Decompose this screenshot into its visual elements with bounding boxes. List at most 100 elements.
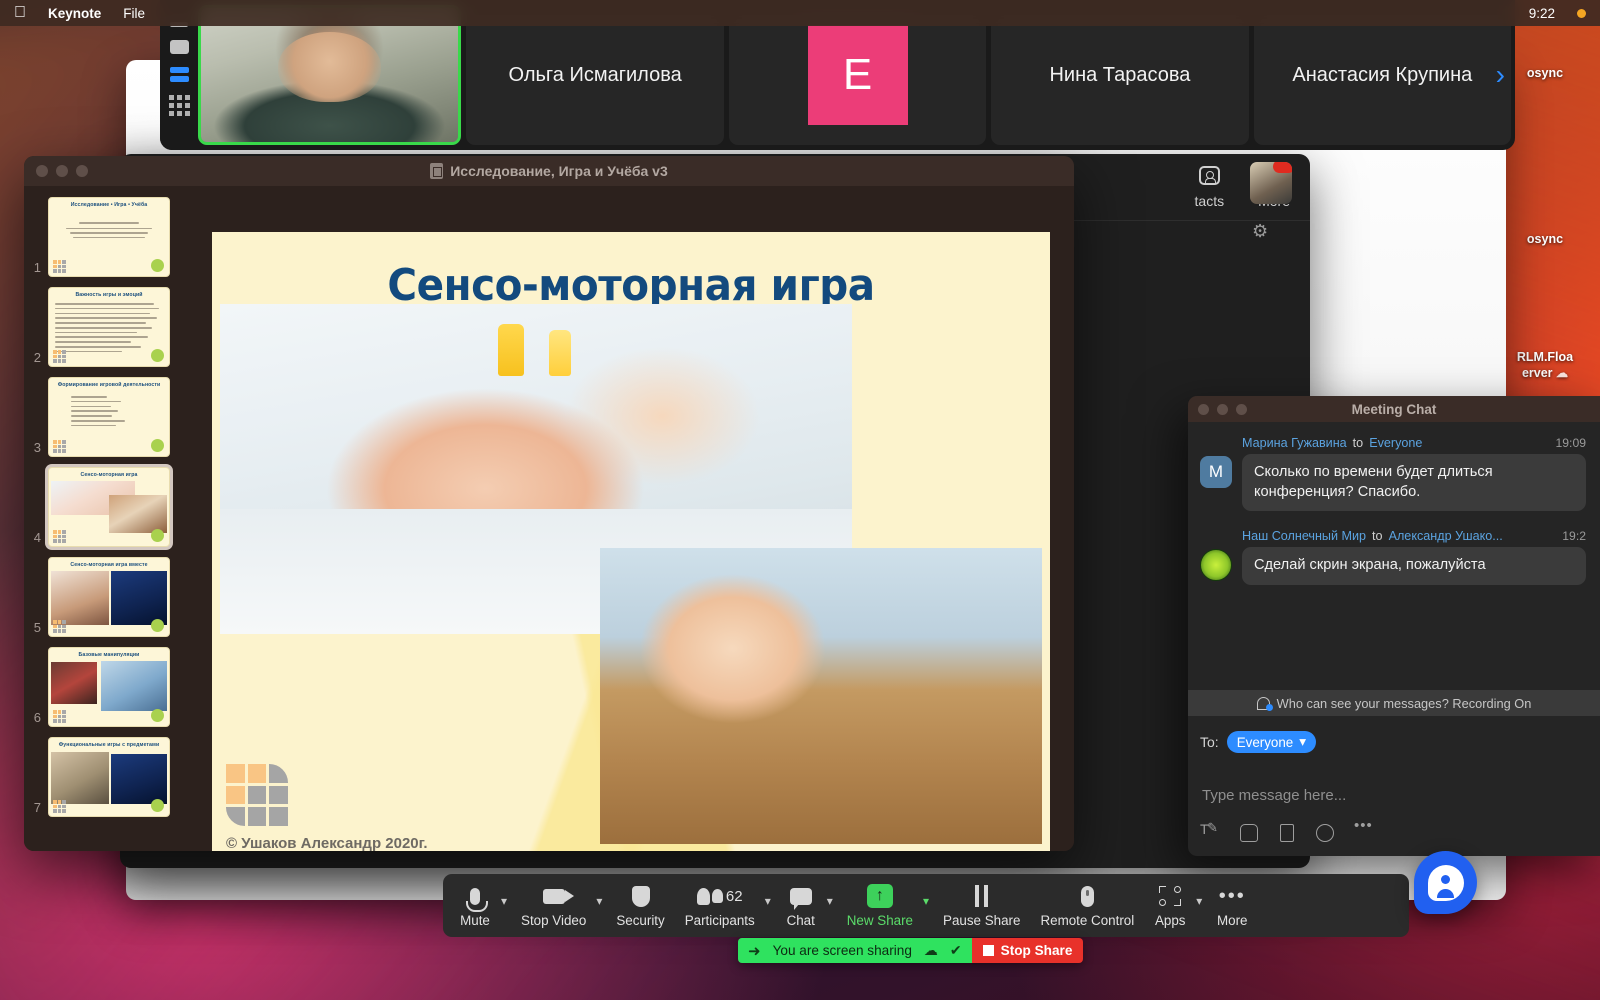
emoji-icon[interactable] xyxy=(1316,824,1334,842)
participants-options-caret[interactable]: ▾ xyxy=(765,874,775,937)
chat-message: Наш Солнечный Мир to Александр Ушако... … xyxy=(1200,529,1586,586)
file-icon[interactable] xyxy=(1280,824,1294,842)
chat-to-word: to xyxy=(1352,436,1364,450)
participants-button[interactable]: 62 Participants xyxy=(675,883,765,928)
slide-thumbnail-4[interactable]: 4 Сенсо-моторная игра xyxy=(24,462,188,552)
keynote-window[interactable]: Исследование, Игра и Учёба v3 1 Исследов… xyxy=(24,156,1074,851)
slide-thumbnail-1[interactable]: 1 Исследование • Игра • Учёба xyxy=(24,192,188,282)
cloud-icon: ☁ xyxy=(1556,365,1569,380)
self-preview-thumbnail[interactable] xyxy=(1250,162,1292,204)
more-icon[interactable] xyxy=(1354,817,1374,842)
sharing-status: ➜ You are screen sharing ☁ ✔ xyxy=(738,938,972,963)
slide-thumb-image: Сенсо-моторная игра вместе xyxy=(48,557,170,637)
slide-number: 1 xyxy=(33,260,41,275)
keynote-titlebar[interactable]: Исследование, Игра и Учёба v3 xyxy=(24,156,1074,186)
slide-thumb-logo xyxy=(53,710,66,723)
apps-options-caret[interactable]: ▾ xyxy=(1196,874,1206,937)
audio-options-caret[interactable]: ▾ xyxy=(501,874,511,937)
chat-timestamp: 19:09 xyxy=(1555,436,1587,450)
menu-file[interactable]: File xyxy=(123,6,145,21)
share-options-caret[interactable]: ▾ xyxy=(923,874,933,937)
slide-navigator[interactable]: 1 Исследование • Игра • Учёба 2 Важность… xyxy=(24,186,188,851)
chevron-right-icon[interactable]: › xyxy=(1490,59,1511,91)
chat-toolbar[interactable] xyxy=(1200,817,1374,842)
chat-input[interactable]: Type message here... xyxy=(1202,787,1586,804)
person-body-icon xyxy=(1437,889,1454,898)
current-slide[interactable]: Сенсо-моторная игра © Ушаков Александр 2… xyxy=(212,232,1050,851)
meeting-chat-window[interactable]: Meeting Chat M Марина Гужавина to Everyo… xyxy=(1188,396,1600,856)
video-options-caret[interactable]: ▾ xyxy=(596,874,606,937)
screen-sharing-banner[interactable]: ➜ You are screen sharing ☁ ✔ Stop Share xyxy=(738,938,1084,963)
slide-canvas[interactable]: Сенсо-моторная игра © Ушаков Александр 2… xyxy=(188,186,1074,851)
more-button[interactable]: ••• More xyxy=(1206,883,1258,928)
gallery-layout-button[interactable] xyxy=(168,95,190,116)
chat-message-text: Сколько по времени будет длиться конфере… xyxy=(1242,454,1586,512)
desktop-icon-label: osync xyxy=(1526,232,1564,246)
stop-video-button[interactable]: Stop Video xyxy=(511,883,596,928)
avatar xyxy=(1200,549,1232,582)
menubar-clock[interactable]: 9:22 xyxy=(1529,6,1555,21)
slide-thumbnail-5[interactable]: 5 Сенсо-моторная игра вместе xyxy=(24,552,188,642)
slide-thumb-text xyxy=(71,396,161,429)
camera-icon xyxy=(542,883,574,909)
participant-tile-e[interactable]: E xyxy=(728,5,987,145)
thumb-photo xyxy=(101,661,167,711)
chat-recipient-dropdown[interactable]: Everyone ▾ xyxy=(1226,731,1316,753)
security-button[interactable]: Security xyxy=(606,883,674,928)
new-share-button[interactable]: ↑ New Share xyxy=(837,883,923,928)
stop-square-icon xyxy=(982,945,994,956)
slide-thumb-title: Функциональные игры с предметами xyxy=(58,742,160,748)
desktop-icon-osync-2[interactable]: osync xyxy=(1490,232,1600,248)
slide-thumb-logo xyxy=(53,620,66,633)
participant-tile-anastasia[interactable]: Анастасия Крупина xyxy=(1253,5,1512,145)
slide-number: 3 xyxy=(33,440,41,455)
chat-options-caret[interactable]: ▾ xyxy=(827,874,837,937)
slide-thumbnail-7[interactable]: 7 Функциональные игры с предметами xyxy=(24,732,188,822)
participant-tile-self[interactable] xyxy=(198,5,462,145)
slide-thumbnail-2[interactable]: 2 Важность игры и эмоций xyxy=(24,282,188,372)
gear-icon[interactable]: ⚙ xyxy=(1252,222,1270,240)
slide-photo-baby-crawling xyxy=(600,548,1042,844)
menubar-app-name[interactable]: Keynote xyxy=(48,6,101,21)
chat-titlebar[interactable]: Meeting Chat xyxy=(1188,396,1600,422)
chat-button[interactable]: Chat xyxy=(775,883,827,928)
slide-thumb-text xyxy=(55,303,163,356)
apple-icon[interactable]:  xyxy=(14,5,26,21)
desktop-icon-label: osync xyxy=(1526,66,1564,80)
chat-message-text: Сделай скрин экрана, пожалуйста xyxy=(1242,547,1586,586)
remote-control-button[interactable]: Remote Control xyxy=(1030,883,1144,928)
pause-share-button[interactable]: Pause Share xyxy=(933,883,1030,928)
slide-thumbnail-6[interactable]: 6 Базовые манипуляции xyxy=(24,642,188,732)
chat-message-list[interactable]: M Марина Гужавина to Everyone 19:09 Скол… xyxy=(1188,422,1600,586)
slide-thumb-logo xyxy=(53,800,66,813)
zoom-meeting-toolbar[interactable]: Mute ▾ Stop Video ▾ Security 62 Particip… xyxy=(443,874,1409,937)
chat-privacy-notice[interactable]: Who can see your messages? Recording On xyxy=(1188,690,1600,716)
screenshot-icon[interactable] xyxy=(1240,824,1258,842)
orange-dot-icon xyxy=(1577,8,1586,18)
people-icon: 62 xyxy=(696,883,743,909)
format-icon[interactable] xyxy=(1200,820,1218,842)
desktop-icon-rlm-server[interactable]: RLM.Floa erver ☁ xyxy=(1490,350,1600,381)
sharing-status-text: You are screen sharing xyxy=(772,943,912,958)
speaker-layout-button[interactable] xyxy=(169,40,189,54)
mute-button[interactable]: Mute xyxy=(449,883,501,928)
cloud-record-icon[interactable]: ☁ xyxy=(924,942,938,959)
chat-privacy-text: Who can see your messages? Recording On xyxy=(1276,695,1532,711)
stop-share-button[interactable]: Stop Share xyxy=(971,938,1084,963)
slide-thumbnail-3[interactable]: 3 Формирование игровой деятельности xyxy=(24,372,188,462)
floating-meeting-bubble[interactable] xyxy=(1414,851,1477,914)
slide-thumb-logo xyxy=(53,440,66,453)
strip-layout-button[interactable] xyxy=(169,67,189,82)
mute-label: Mute xyxy=(460,913,490,928)
participant-tile-olga[interactable]: Ольга Исмагилова xyxy=(466,5,724,145)
apps-button[interactable]: Apps xyxy=(1144,883,1196,928)
ellipsis-icon: ••• xyxy=(1218,885,1246,907)
chat-recipient-selector[interactable]: To: Everyone ▾ xyxy=(1200,731,1316,753)
slide-thumb-image: Важность игры и эмоций xyxy=(48,287,170,367)
shield-check-icon[interactable]: ✔ xyxy=(950,942,962,959)
participant-tile-nina[interactable]: Нина Тарасова xyxy=(991,5,1249,145)
avatar xyxy=(1427,864,1464,901)
tab-contacts[interactable]: tacts xyxy=(1195,166,1224,209)
macos-menubar[interactable]:  Keynote File 9:22 xyxy=(0,0,1600,26)
stop-share-label: Stop Share xyxy=(1000,943,1073,958)
